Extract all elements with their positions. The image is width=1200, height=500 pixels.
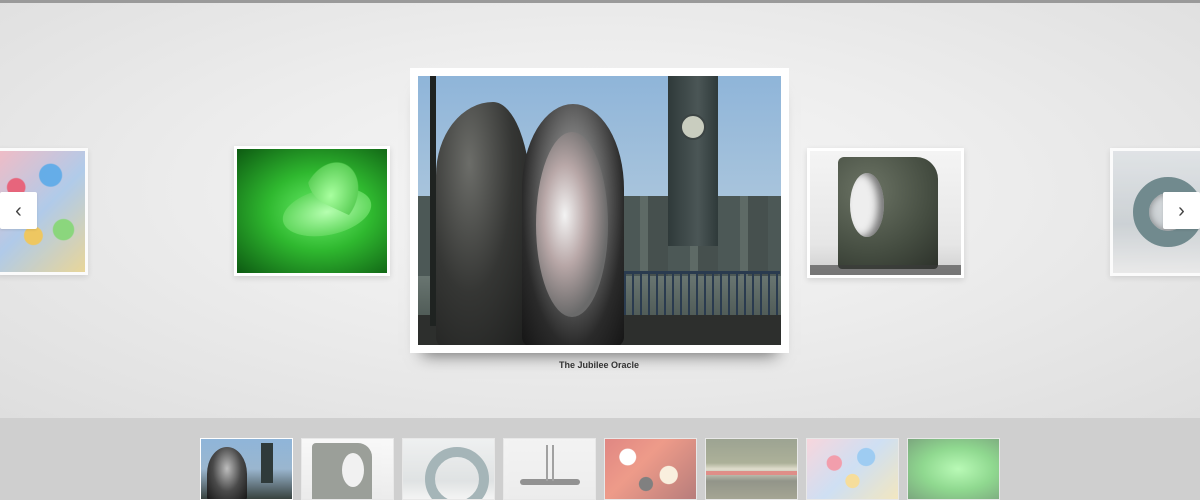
slide-stone-ring[interactable] [807,148,964,278]
thumbnail-bronze-ring[interactable] [402,438,495,500]
clock-face-icon [680,114,706,140]
thumbnail-jubilee-oracle[interactable] [200,438,293,500]
carousel-stage [0,3,1200,418]
thumbnail-image [605,439,696,499]
green-dove-image [237,149,387,273]
thumbnail-landscape[interactable] [705,438,798,500]
thumbnail-red-abstract[interactable] [604,438,697,500]
sculpture-dark-half [436,102,531,345]
stone-ring-image [810,151,961,275]
thumbnail-abstract-painting[interactable] [806,438,899,500]
sculpture-mirror-surface [536,132,608,317]
stone-hole-shape [850,173,884,237]
thumbnail-stone-ring[interactable] [301,438,394,500]
thumbnail-image [807,439,898,499]
thumbnail-image [403,439,494,499]
slide-caption: The Jubilee Oracle [558,360,640,370]
stone-base-shadow [810,265,961,275]
thumbnail-image [302,439,393,499]
next-slide-button[interactable]: › [1163,192,1200,229]
slide-jubilee-oracle[interactable] [410,68,789,353]
prev-slide-button[interactable]: ‹ [0,192,37,229]
thumbnail-image [504,439,595,499]
chevron-left-icon: ‹ [15,199,22,222]
chevron-right-icon: › [1178,199,1185,222]
thumbnail-strip [0,418,1200,500]
thumbnail-image [908,439,999,499]
thumbnail-spindle-sculpture[interactable] [503,438,596,500]
jubilee-oracle-image [418,76,781,345]
thumbnail-image [706,439,797,499]
slide-green-dove[interactable] [234,146,390,276]
thumbnail-green-dove[interactable] [907,438,1000,500]
clock-tower [668,76,718,246]
sculpture-mirror-half [522,104,624,345]
thumbnail-image [201,439,292,499]
